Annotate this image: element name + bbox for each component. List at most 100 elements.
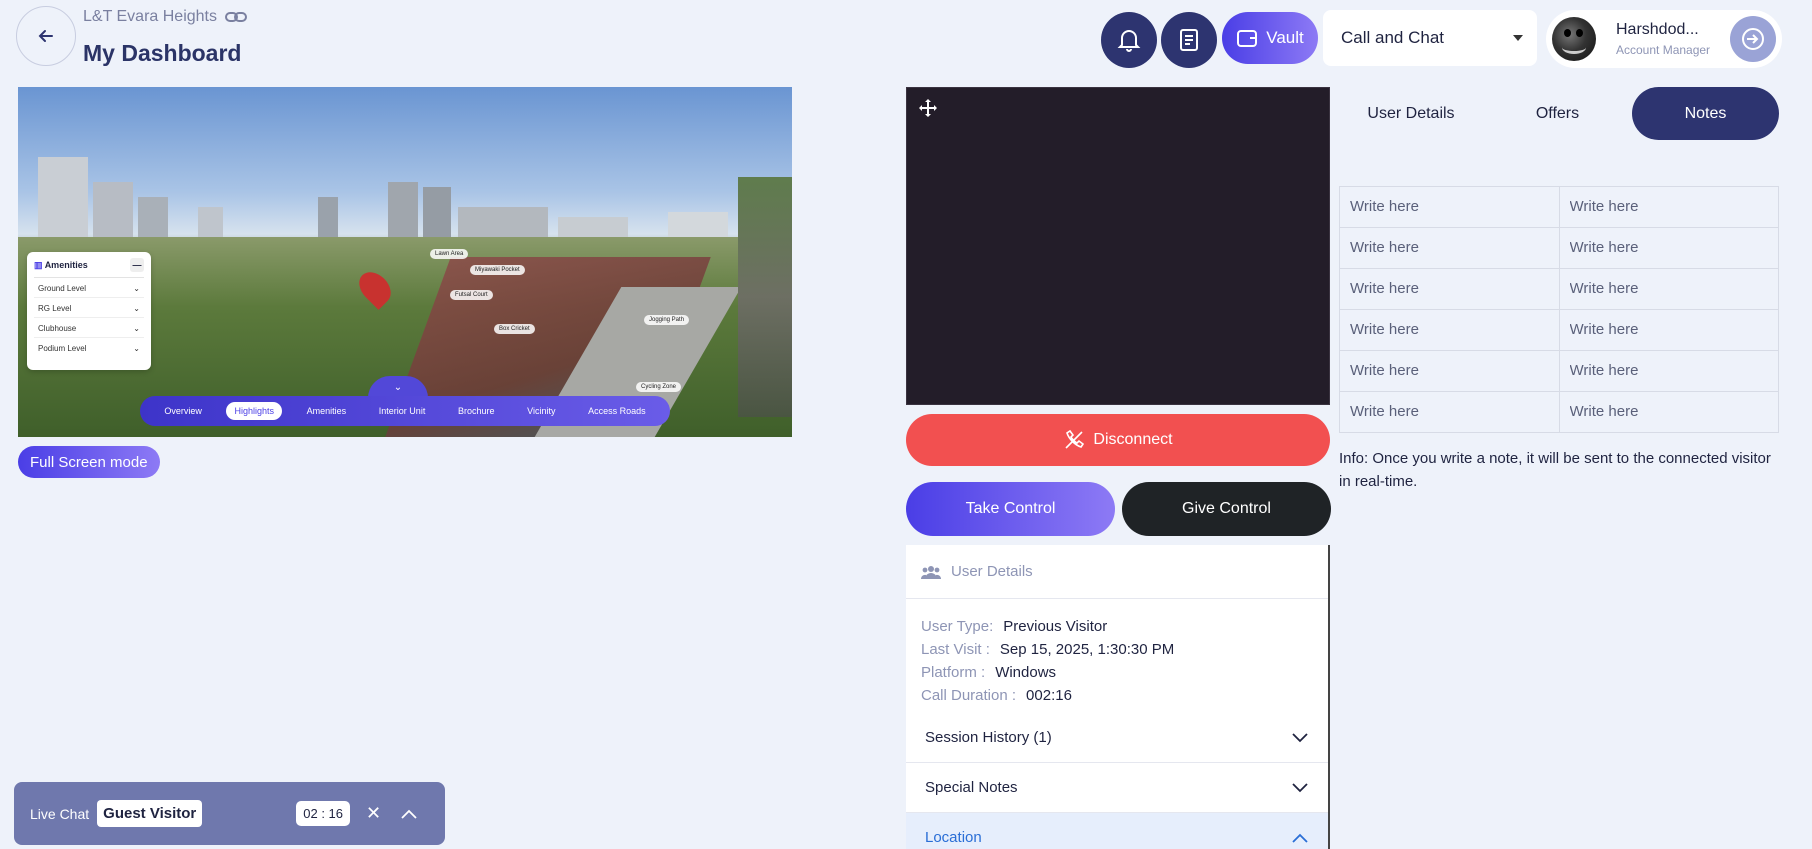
chevron-down-icon: ⌄ [133, 324, 140, 333]
caret-down-icon [1513, 35, 1523, 41]
tour-nav-access-roads[interactable]: Access Roads [580, 402, 654, 420]
live-chat-title: Live Chat [30, 805, 90, 822]
mode-select[interactable]: Call and Chat [1323, 10, 1537, 66]
poi-label[interactable]: Cycling Zone [636, 382, 682, 392]
amenities-panel-title: Amenities [44, 259, 88, 270]
call-duration-row: Call Duration : 002:16 [921, 684, 1313, 707]
tab-offers[interactable]: Offers [1487, 87, 1628, 140]
logout-icon [1742, 28, 1764, 50]
tour-nav-interior-unit[interactable]: Interior Unit [371, 402, 434, 420]
vault-button[interactable]: Vault [1222, 12, 1318, 64]
last-visit-row: Last Visit : Sep 15, 2025, 1:30:30 PM [921, 638, 1313, 661]
accordion-label: Session History (1) [925, 729, 1052, 746]
wallet-icon [1237, 30, 1258, 47]
note-cell [1339, 391, 1560, 433]
location-accordion[interactable]: Location [906, 813, 1328, 849]
bell-icon [1117, 30, 1141, 52]
chat-timer: 02 : 16 [296, 801, 351, 826]
logout-button[interactable] [1730, 16, 1776, 62]
user-card: Harshdod... Account Manager [1546, 10, 1782, 68]
tab-user-details[interactable]: User Details [1339, 87, 1483, 140]
level-label: RG Level [38, 304, 72, 313]
tour-nav-highlights[interactable]: Highlights [226, 402, 282, 420]
level-label: Ground Level [38, 284, 87, 293]
poi-label[interactable]: Jogging Path [644, 315, 690, 325]
note-input[interactable] [1350, 239, 1549, 256]
link-icon[interactable] [225, 10, 247, 24]
note-input[interactable] [1350, 403, 1549, 420]
level-label: Podium Level [38, 344, 87, 353]
tour-nav-brochure[interactable]: Brochure [450, 402, 503, 420]
mode-select-value: Call and Chat [1341, 28, 1445, 47]
project-name-text: L&T Evara Heights [83, 8, 217, 25]
poi-label[interactable]: Lawn Area [430, 249, 469, 259]
vault-label: Vault [1266, 28, 1304, 47]
note-input[interactable] [1569, 362, 1768, 379]
special-notes-accordion[interactable]: Special Notes [906, 763, 1328, 813]
tour-nav-vicinity[interactable]: Vicinity [519, 402, 563, 420]
note-cell [1558, 227, 1779, 269]
accordion-label: Location [925, 829, 982, 846]
chevron-up-icon[interactable] [401, 809, 417, 819]
level-item[interactable]: RG Level ⌄ [34, 298, 144, 318]
fullscreen-button[interactable]: Full Screen mode [18, 446, 160, 478]
note-input[interactable] [1569, 239, 1768, 256]
detail-label: Platform : [921, 664, 986, 681]
level-item[interactable]: Clubhouse ⌄ [34, 318, 144, 338]
page-title: My Dashboard [83, 40, 242, 66]
note-cell [1339, 186, 1560, 228]
give-control-button[interactable]: Give Control [1122, 482, 1331, 536]
document-icon [1180, 29, 1198, 51]
visitor-name: Guest Visitor [97, 800, 203, 827]
level-label: Clubhouse [38, 324, 77, 333]
detail-value: Previous Visitor [1003, 618, 1108, 635]
note-input[interactable] [1569, 280, 1768, 297]
project-name: L&T Evara Heights [83, 8, 247, 26]
move-icon[interactable] [917, 98, 939, 120]
tab-notes[interactable]: Notes [1632, 87, 1779, 140]
note-input[interactable] [1569, 198, 1768, 215]
disconnect-button[interactable]: Disconnect [906, 414, 1330, 466]
notifications-button[interactable] [1101, 12, 1157, 68]
nav-toggle-button[interactable]: ⌄ [368, 376, 428, 398]
user-role: Account Manager [1616, 43, 1711, 57]
tour-nav-overview[interactable]: Overview [156, 402, 210, 420]
session-history-accordion[interactable]: Session History (1) [906, 713, 1328, 763]
note-input[interactable] [1569, 321, 1768, 338]
note-input[interactable] [1350, 362, 1549, 379]
poi-label[interactable]: Miyawaki Pocket [470, 265, 525, 275]
detail-value: 002:16 [1026, 687, 1072, 704]
chevron-down-icon: ⌄ [393, 382, 403, 393]
level-item[interactable]: Podium Level ⌄ [34, 338, 144, 357]
note-input[interactable] [1569, 403, 1768, 420]
user-type-row: User Type: Previous Visitor [921, 615, 1313, 638]
note-input[interactable] [1350, 198, 1549, 215]
note-cell [1339, 309, 1560, 351]
chevron-down-icon [1292, 732, 1308, 742]
note-input[interactable] [1350, 280, 1549, 297]
disconnect-label: Disconnect [1093, 431, 1173, 448]
avatar [1552, 17, 1596, 61]
level-item[interactable]: Ground Level ⌄ [34, 278, 144, 298]
phone-off-icon [1065, 429, 1085, 449]
arrow-left-icon [38, 30, 53, 42]
poi-label[interactable]: Futsal Court [450, 290, 493, 300]
tour-nav-amenities[interactable]: Amenities [299, 402, 355, 420]
note-cell [1339, 227, 1560, 269]
collapse-button[interactable]: — [130, 258, 144, 272]
back-button[interactable] [16, 6, 76, 66]
platform-row: Platform : Windows [921, 661, 1313, 684]
take-control-button[interactable]: Take Control [906, 482, 1115, 536]
accordion-label: Special Notes [925, 779, 1018, 796]
close-icon[interactable]: ✕ [366, 803, 381, 824]
users-icon [921, 565, 941, 579]
note-cell [1558, 268, 1779, 310]
user-details-panel: User Details User Type: Previous Visitor … [906, 545, 1330, 849]
virtual-tour-viewer[interactable]: Lawn Area Miyawaki Pocket Futsal Court B… [18, 87, 792, 437]
documents-button[interactable] [1161, 12, 1217, 68]
amenities-panel: ▥ Amenities — Ground Level ⌄ RG Level ⌄ Cl… [27, 252, 151, 370]
poi-label[interactable]: Box Cricket [494, 324, 535, 334]
note-input[interactable] [1350, 321, 1549, 338]
note-cell [1339, 268, 1560, 310]
live-chat-bar[interactable]: Live Chat Guest Visitor 02 : 16 ✕ [14, 782, 445, 845]
